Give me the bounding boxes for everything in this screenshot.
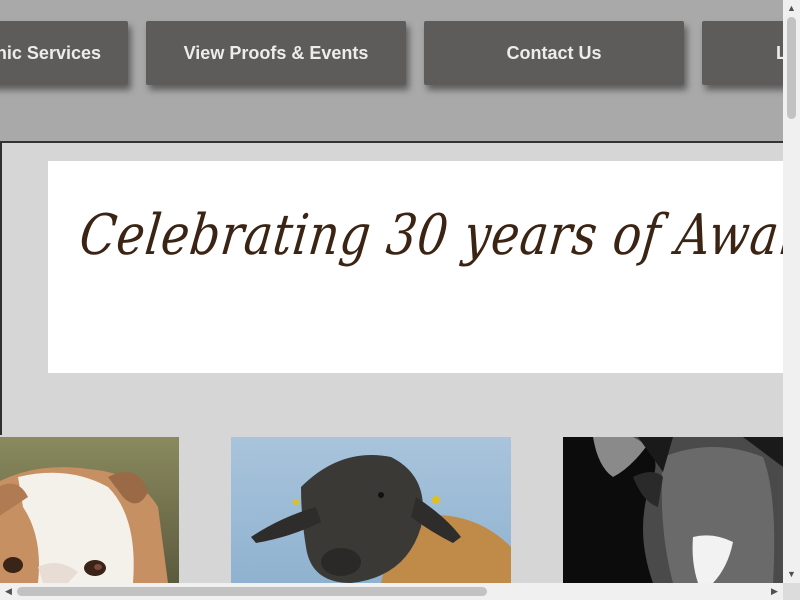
content-left-border (0, 143, 2, 435)
vertical-scroll-thumb[interactable] (787, 17, 796, 119)
scroll-up-arrow-icon[interactable]: ▲ (783, 0, 800, 17)
nav-button-contact-us[interactable]: Contact Us (424, 21, 684, 85)
nav-button-label: L (776, 42, 783, 63)
scroll-down-arrow-icon[interactable]: ▼ (783, 566, 800, 583)
bulldog-photo-illustration (0, 437, 179, 583)
horizontal-scroll-thumb[interactable] (17, 587, 487, 596)
scroll-right-arrow-icon[interactable]: ▶ (766, 583, 783, 600)
horizontal-scrollbar[interactable]: ◀ ▶ (0, 583, 783, 600)
nav-button-label: Graphic Services (0, 42, 101, 63)
sheep-photo-illustration (231, 437, 511, 583)
nav-button-label: Contact Us (506, 42, 602, 63)
nav-button-view-proofs-events[interactable]: View Proofs & Events (146, 21, 406, 85)
nav-button-label: View Proofs & Events (183, 42, 369, 63)
vertical-scrollbar[interactable]: ▲ ▼ (783, 0, 800, 583)
gallery-photo-sheep[interactable] (231, 437, 511, 583)
gallery-photo-bulldog[interactable] (0, 437, 179, 583)
nav-bar: Graphic Services View Proofs & Events Co… (0, 0, 783, 143)
horse-photo-illustration (563, 437, 783, 583)
nav-button-graphic-services[interactable]: Graphic Services (0, 21, 128, 85)
banner-headline: Celebrating 30 years of Award Winning Ph… (76, 203, 783, 268)
page-viewport: Graphic Services View Proofs & Events Co… (0, 0, 783, 583)
nav-button-truncated[interactable]: L (702, 21, 783, 85)
scroll-left-arrow-icon[interactable]: ◀ (0, 583, 17, 600)
scrollbar-corner (783, 583, 800, 600)
gallery-photo-horse[interactable] (563, 437, 783, 583)
headline-banner: Celebrating 30 years of Award Winning Ph… (48, 161, 783, 373)
